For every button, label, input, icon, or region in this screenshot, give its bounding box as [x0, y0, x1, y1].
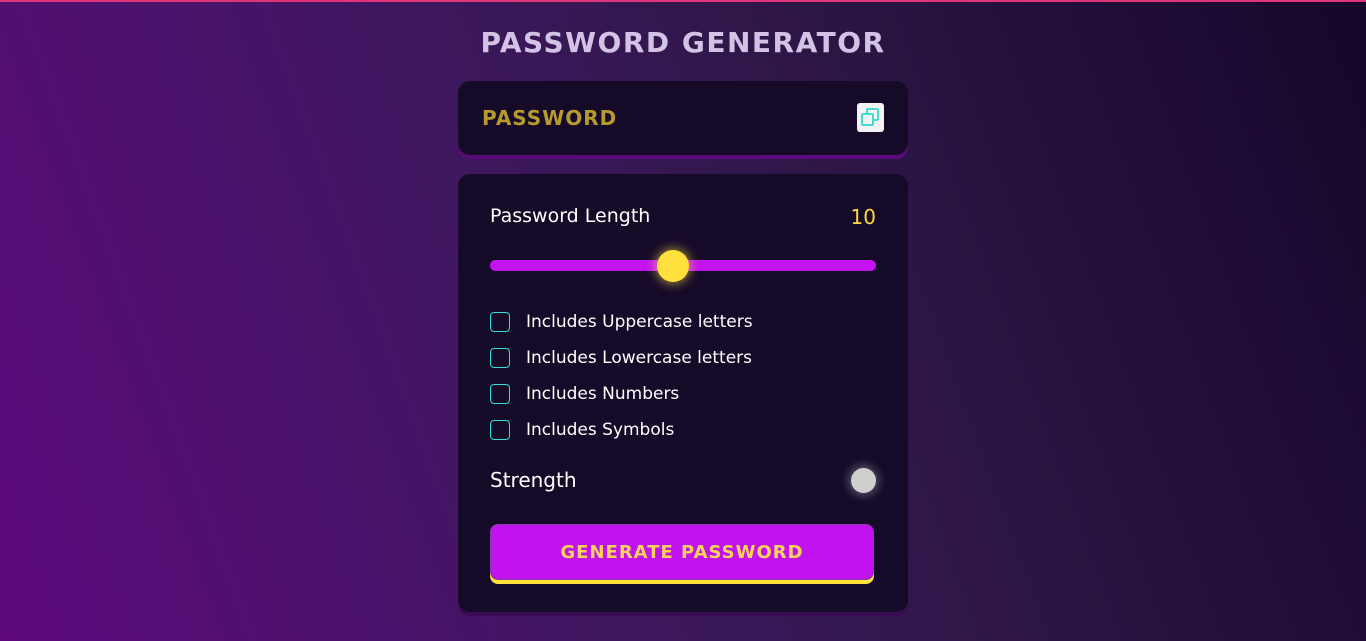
uppercase-checkbox[interactable]	[490, 312, 510, 332]
option-label: Includes Lowercase letters	[526, 348, 752, 368]
option-uppercase[interactable]: Includes Uppercase letters	[490, 311, 870, 333]
copy-icon	[861, 108, 879, 126]
option-label: Includes Uppercase letters	[526, 312, 753, 332]
top-accent-line	[0, 0, 1366, 2]
symbols-checkbox[interactable]	[490, 420, 510, 440]
option-symbols[interactable]: Includes Symbols	[490, 419, 870, 441]
generate-password-button[interactable]: GENERATE PASSWORD	[490, 524, 874, 580]
password-display: PASSWORD	[458, 81, 908, 155]
option-label: Includes Numbers	[526, 384, 680, 404]
generate-button-label: GENERATE PASSWORD	[560, 541, 804, 563]
length-slider[interactable]	[490, 250, 876, 282]
page-title: PASSWORD GENERATOR	[480, 26, 886, 59]
option-lowercase[interactable]: Includes Lowercase letters	[490, 347, 870, 369]
copy-button[interactable]	[857, 103, 884, 132]
option-label: Includes Symbols	[526, 420, 675, 440]
length-label: Password Length	[490, 205, 651, 227]
length-value: 10	[850, 205, 876, 229]
settings-card: Password Length 10 Includes Uppercase le…	[458, 174, 908, 612]
numbers-checkbox[interactable]	[490, 384, 510, 404]
password-output: PASSWORD	[482, 106, 618, 130]
lowercase-checkbox[interactable]	[490, 348, 510, 368]
strength-label: Strength	[490, 468, 577, 492]
slider-thumb[interactable]	[657, 250, 690, 282]
option-numbers[interactable]: Includes Numbers	[490, 383, 870, 405]
strength-indicator	[851, 468, 876, 493]
